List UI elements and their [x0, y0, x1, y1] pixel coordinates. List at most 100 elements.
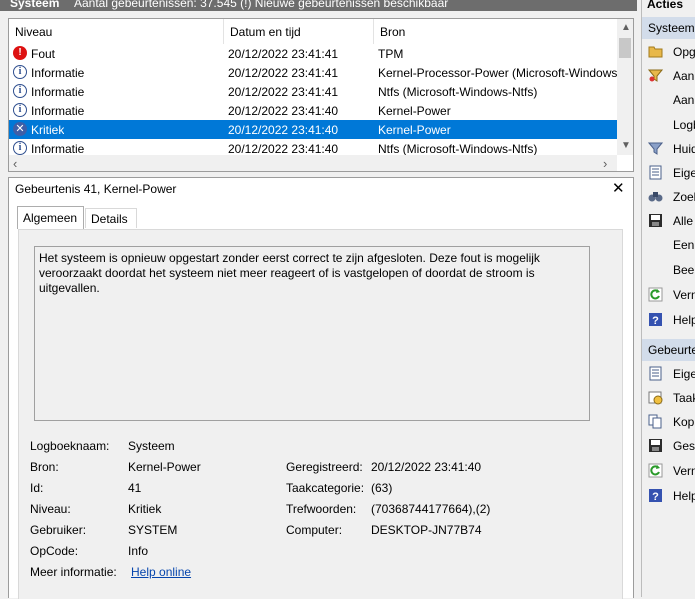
tab-algemeen[interactable]: Algemeen	[17, 206, 84, 229]
action-item[interactable]: Zoek	[642, 185, 695, 209]
event-datetime: 20/12/2022 23:41:40	[228, 104, 339, 118]
event-row[interactable]: ! Fout 20/12/2022 23:41:41 TPM	[9, 44, 617, 63]
event-level: Informatie	[31, 85, 85, 99]
computer-label: Computer:	[286, 523, 343, 537]
action-item[interactable]: Aan	[642, 64, 695, 88]
column-header-source[interactable]: Bron	[374, 19, 617, 44]
action-item[interactable]: Een	[642, 233, 695, 257]
refresh-icon	[648, 287, 663, 302]
opcode-label: OpCode:	[30, 544, 79, 558]
event-level: Fout	[31, 47, 56, 61]
event-datetime: 20/12/2022 23:41:41	[228, 85, 339, 99]
actions-section-systeem[interactable]: Systeem	[642, 17, 695, 39]
bron-value: Kernel-Power	[128, 460, 201, 474]
niveau-label: Niveau:	[30, 502, 71, 516]
action-label: Vern	[673, 288, 695, 302]
log-name: Systeem	[10, 0, 60, 10]
save-icon	[649, 439, 662, 452]
event-row[interactable]: i Informatie 20/12/2022 23:41:41 Kernel-…	[9, 63, 617, 82]
event-source: Ntfs (Microsoft-Windows-Ntfs)	[378, 142, 538, 155]
scroll-thumb[interactable]	[619, 38, 631, 58]
event-row[interactable]: i Informatie 20/12/2022 23:41:40 Ntfs (M…	[9, 139, 617, 155]
action-item[interactable]: Vern	[642, 283, 695, 307]
event-row[interactable]: i Informatie 20/12/2022 23:41:41 Ntfs (M…	[9, 82, 617, 101]
event-level: Informatie	[31, 104, 85, 118]
action-item[interactable]: Taak	[642, 386, 695, 410]
properties-icon	[649, 165, 662, 180]
action-item[interactable]: Beel	[642, 258, 695, 282]
event-datetime: 20/12/2022 23:41:41	[228, 47, 339, 61]
opcode-value: Info	[128, 544, 149, 558]
help-online-link[interactable]: Help online	[131, 565, 191, 579]
scroll-down-icon[interactable]: ▼	[621, 140, 631, 151]
task-icon	[648, 391, 663, 405]
action-label: Taak	[673, 391, 695, 405]
actions-pane: Acties Systeem Opg Aan Aan Logb Huid Eig…	[641, 0, 695, 597]
section-label: Gebeurte	[648, 343, 695, 357]
event-description[interactable]: Het systeem is opnieuw opgestart zonder …	[34, 246, 590, 421]
action-label: Aan	[673, 93, 695, 107]
column-header-datetime[interactable]: Datum en tijd	[224, 19, 374, 44]
properties-icon	[649, 366, 662, 381]
event-detail-panel: Gebeurtenis 41, Kernel-Power ✕ Algemeen …	[8, 177, 634, 599]
filter-icon	[648, 69, 663, 82]
geregistreerd-label: Geregistreerd:	[286, 460, 363, 474]
scroll-up-icon[interactable]: ▲	[621, 22, 631, 33]
scroll-right-icon[interactable]: ›	[603, 156, 607, 171]
actions-section-gebeurtenis[interactable]: Gebeurte	[642, 339, 695, 361]
action-item[interactable]: Aan	[642, 88, 695, 112]
action-label: Eige	[673, 367, 695, 381]
event-level: Kritiek	[31, 123, 65, 137]
action-item[interactable]: Kop	[642, 410, 695, 434]
horizontal-scrollbar[interactable]: ‹ ›	[9, 155, 617, 171]
event-count: Aantal gebeurtenissen: 37.545 (!) Nieuwe…	[74, 0, 449, 10]
event-source: Kernel-Power	[378, 123, 451, 137]
help-icon: ?	[649, 313, 662, 327]
info-icon: i	[13, 141, 27, 155]
geregistreerd-value: 20/12/2022 23:41:40	[371, 460, 482, 474]
section-label: Systeem	[648, 21, 695, 35]
folder-open-icon	[648, 46, 663, 58]
column-header-level[interactable]: Niveau	[9, 19, 224, 44]
action-item[interactable]: Eige	[642, 161, 695, 185]
logboeknaam-label: Logboeknaam:	[30, 439, 110, 453]
niveau-value: Kritiek	[128, 502, 162, 516]
taakcategorie-label: Taakcategorie:	[286, 481, 365, 495]
svg-text:?: ?	[652, 315, 659, 327]
logboeknaam-value: Systeem	[128, 439, 175, 453]
event-detail-title: Gebeurtenis 41, Kernel-Power	[15, 182, 177, 196]
id-label: Id:	[30, 481, 44, 495]
action-item[interactable]: Huid	[642, 137, 695, 161]
event-row-selected[interactable]: ✕ Kritiek 20/12/2022 23:41:40 Kernel-Pow…	[9, 120, 617, 139]
event-datetime: 20/12/2022 23:41:40	[228, 123, 339, 137]
action-label: Aan	[673, 69, 695, 83]
event-list-header: Niveau Datum en tijd Bron	[9, 19, 617, 44]
action-item[interactable]: Eige	[642, 362, 695, 386]
tab-details[interactable]: Details	[85, 208, 137, 228]
action-item[interactable]: Logb	[642, 113, 695, 137]
scroll-left-icon[interactable]: ‹	[13, 156, 17, 171]
close-icon[interactable]: ✕	[612, 179, 625, 197]
action-label: Eige	[673, 166, 695, 180]
action-label: Een	[673, 238, 695, 252]
action-label: Gese	[673, 439, 695, 453]
action-label: Help	[673, 313, 695, 327]
action-label: Opg	[673, 45, 695, 59]
error-icon: !	[13, 46, 27, 60]
taakcategorie-value: (63)	[371, 481, 393, 495]
action-item[interactable]: ? Help	[642, 484, 695, 508]
event-list[interactable]: Niveau Datum en tijd Bron ! Fout 20/12/2…	[8, 18, 634, 172]
refresh-icon	[648, 463, 663, 478]
vertical-scrollbar[interactable]: ▲ ▼	[617, 19, 633, 155]
copy-icon	[648, 414, 662, 429]
action-item[interactable]: ? Help	[642, 308, 695, 332]
action-item[interactable]: Opg	[642, 40, 695, 64]
action-label: Huid	[673, 142, 695, 156]
action-item[interactable]: Vern	[642, 459, 695, 483]
action-item[interactable]: Alle	[642, 209, 695, 233]
event-row[interactable]: i Informatie 20/12/2022 23:41:40 Kernel-…	[9, 101, 617, 120]
action-item[interactable]: Gese	[642, 434, 695, 458]
filter-icon	[648, 142, 663, 155]
event-datetime: 20/12/2022 23:41:40	[228, 142, 339, 155]
svg-text:?: ?	[652, 491, 659, 503]
